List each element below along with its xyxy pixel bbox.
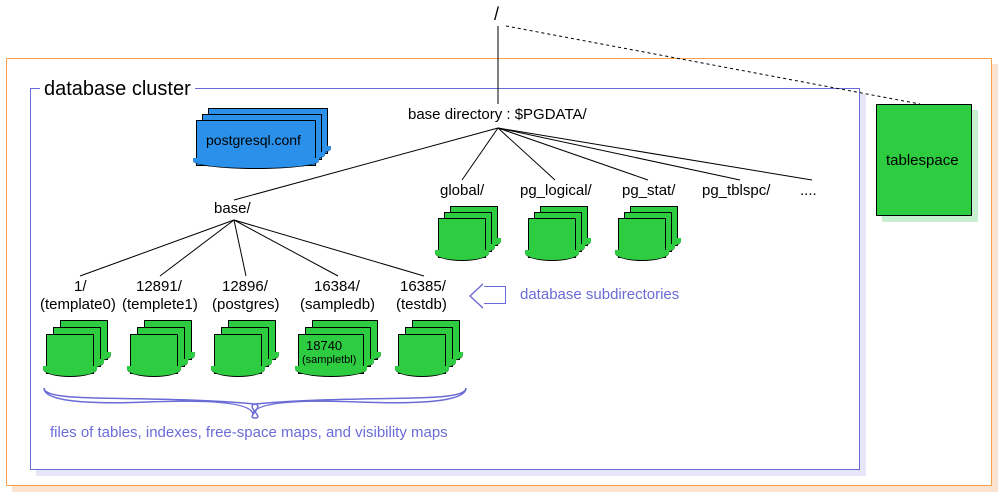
db2-dir: 12896/	[222, 278, 268, 295]
root-label: /	[494, 4, 499, 25]
cluster-title: database cluster	[40, 78, 195, 101]
tablespace-label: tablespace	[886, 152, 959, 169]
dir-pg-logical: pg_logical/	[520, 182, 592, 199]
db4-name: (testdb)	[396, 296, 447, 313]
db1-name: (templete1)	[122, 296, 198, 313]
arrow-left-icon	[482, 286, 506, 304]
base-directory-label: base directory : $PGDATA/	[408, 106, 587, 123]
dir-base: base/	[214, 200, 251, 217]
dir-global: global/	[440, 182, 484, 199]
db3-name: (sampledb)	[300, 296, 375, 313]
dir-pg-tblspc: pg_tblspc/	[702, 182, 770, 199]
db0-name: (template0)	[40, 296, 116, 313]
table-file-oid: 18740	[306, 338, 342, 353]
subdir-note: database subdirectories	[520, 286, 679, 303]
config-file-label: postgresql.conf	[206, 132, 301, 148]
db2-name: (postgres)	[212, 296, 280, 313]
files-note: files of tables, indexes, free-space map…	[50, 424, 448, 441]
db1-dir: 12891/	[136, 278, 182, 295]
db4-dir: 16385/	[400, 278, 446, 295]
table-file-name: (sampletbl)	[302, 354, 356, 366]
db3-dir: 16384/	[314, 278, 360, 295]
dir-more: ....	[800, 182, 817, 199]
db0-dir: 1/	[74, 278, 87, 295]
dir-pg-stat: pg_stat/	[622, 182, 675, 199]
